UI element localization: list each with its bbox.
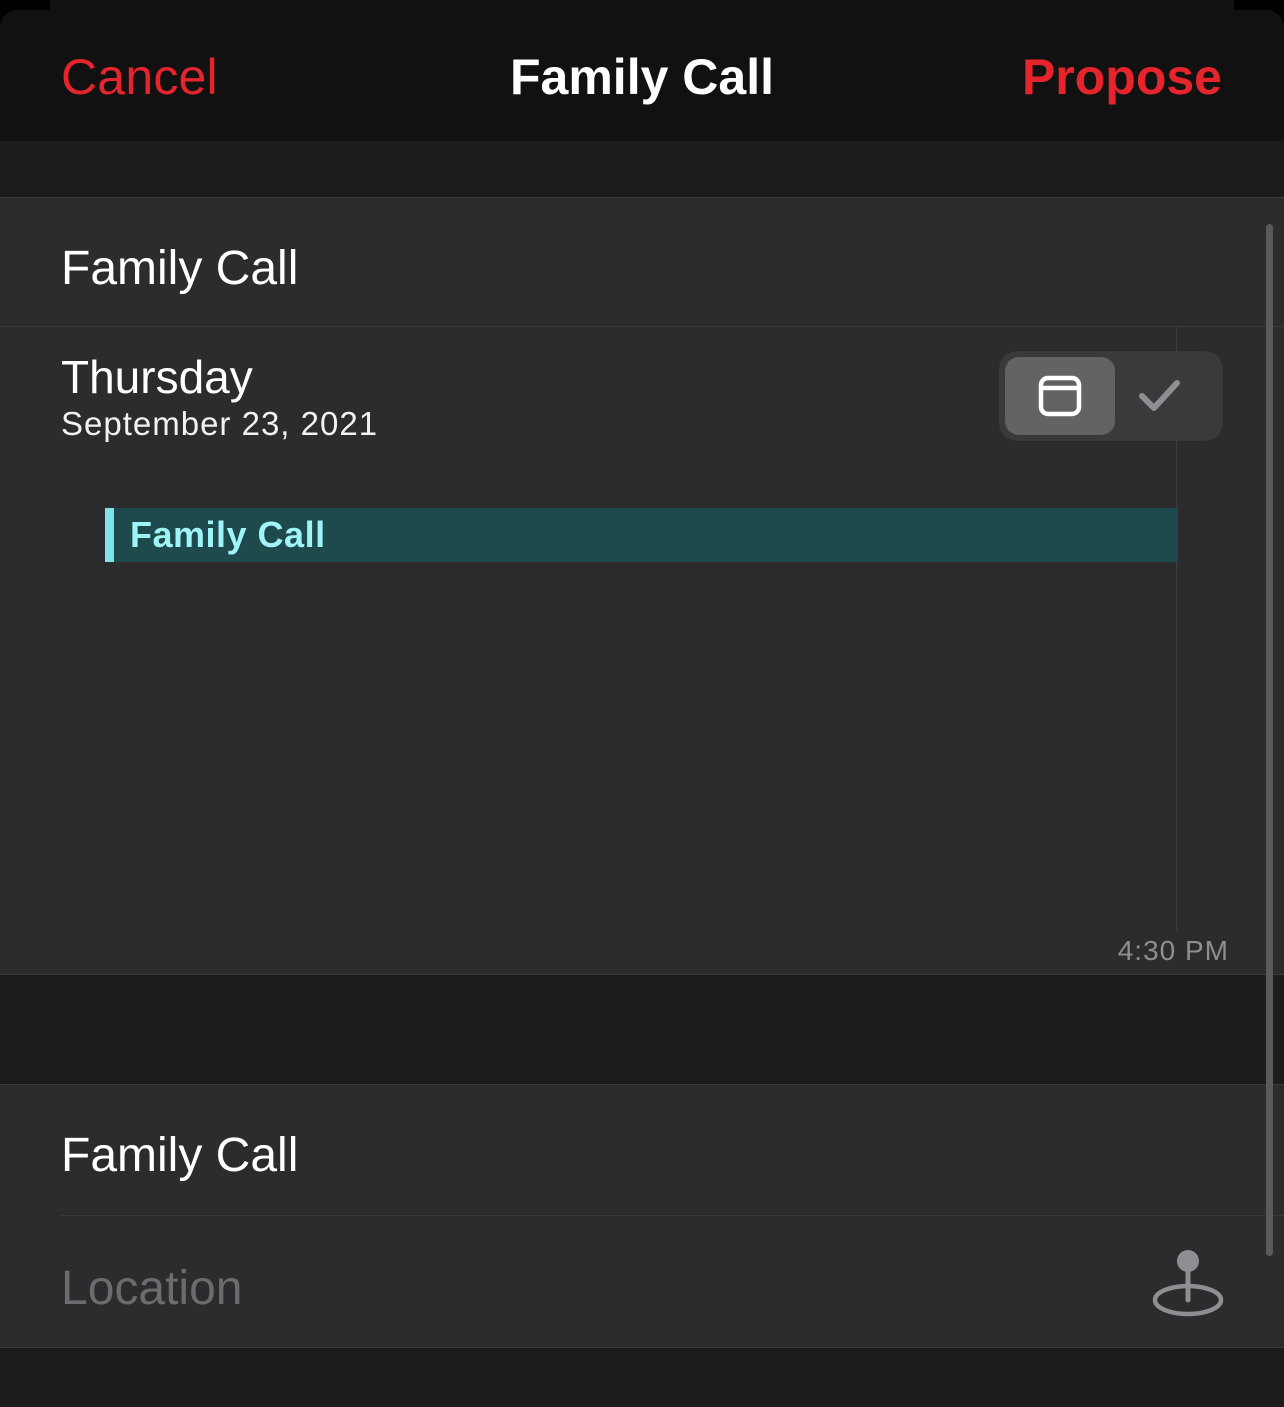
- divider: [0, 326, 1284, 327]
- location-field[interactable]: Location: [61, 1261, 242, 1316]
- event-card: Family Call: [0, 197, 1284, 975]
- divider: [0, 197, 1284, 198]
- divider: [0, 1347, 1284, 1348]
- timeline-event[interactable]: Family Call: [105, 508, 1178, 562]
- view-toggle: [999, 351, 1223, 441]
- propose-button[interactable]: Propose: [1022, 48, 1222, 106]
- scrollbar[interactable]: [1266, 224, 1273, 1256]
- event-title: Family Call: [61, 242, 299, 295]
- event-color-bar: [105, 508, 114, 562]
- checkmark-icon: [1139, 380, 1180, 411]
- propose-time-sheet: Cancel Family Call Propose Family Call T…: [0, 10, 1284, 1407]
- day-label: Thursday: [61, 351, 253, 403]
- divider: [0, 974, 1284, 975]
- time-marker: 4:30 PM: [1117, 935, 1229, 966]
- divider: [0, 1084, 1284, 1085]
- divider: [61, 1215, 1284, 1216]
- location-pin-icon[interactable]: [1148, 1247, 1228, 1323]
- list-view-button[interactable]: [1117, 357, 1217, 435]
- calendar-view-button[interactable]: [1005, 357, 1115, 435]
- details-title: Family Call: [61, 1129, 299, 1182]
- timeline-event-title: Family Call: [130, 514, 326, 555]
- navigation-bar: Cancel Family Call Propose: [0, 10, 1284, 141]
- location-pin-icon-graphic: [1152, 1250, 1224, 1317]
- calendar-icon: [1038, 375, 1082, 417]
- date-label: September 23, 2021: [61, 405, 379, 442]
